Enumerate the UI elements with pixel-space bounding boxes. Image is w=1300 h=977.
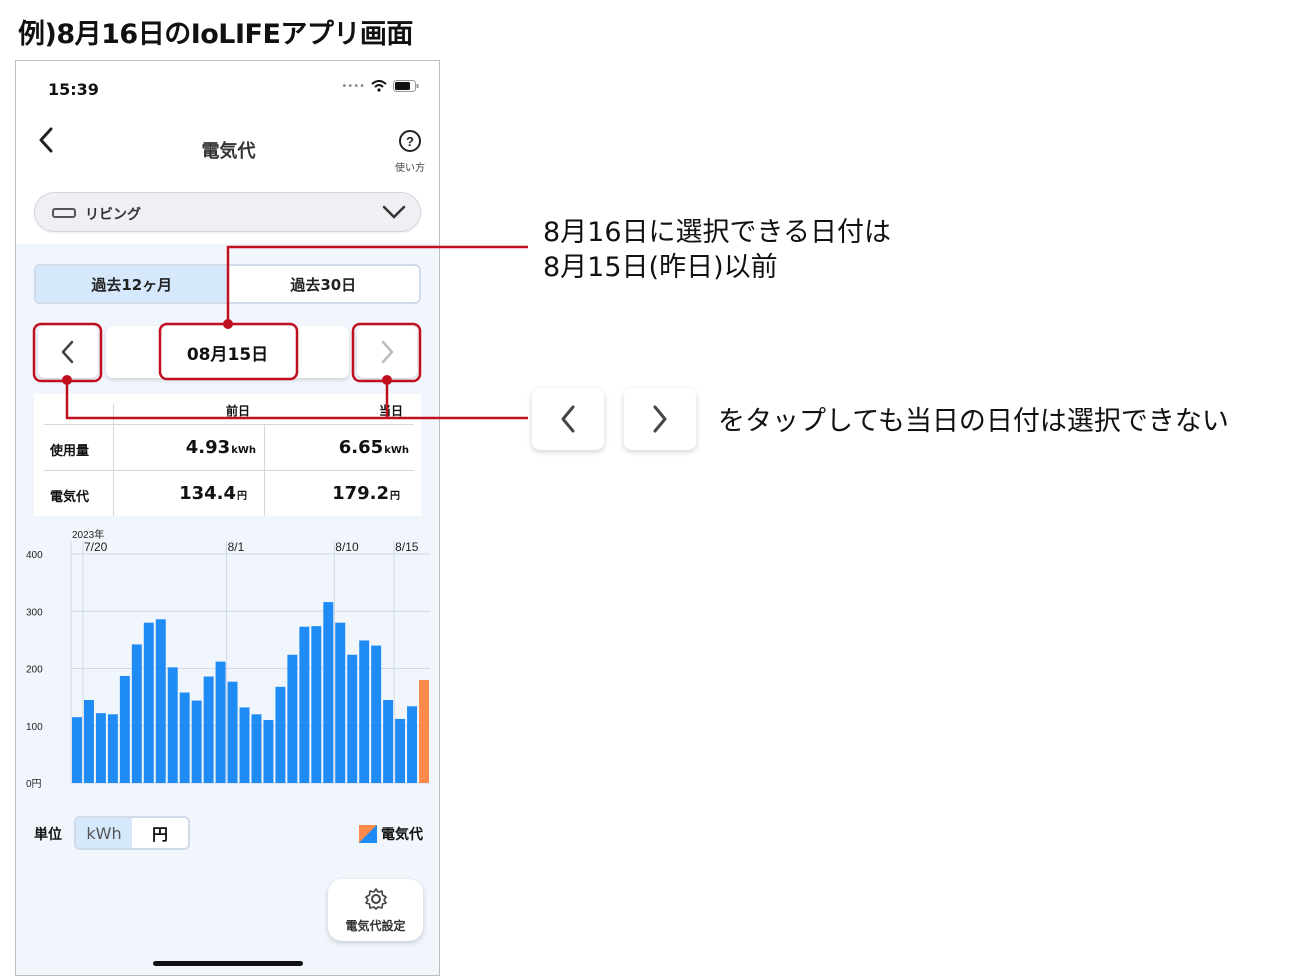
- annotation-tap-note: をタップしても当日の日付は選択できない: [718, 406, 1229, 437]
- example-prev-button: [532, 388, 604, 450]
- example-next-button: [624, 388, 696, 450]
- chevron-left-icon: [561, 405, 575, 433]
- chevron-right-icon: [653, 405, 667, 433]
- annotation-date-note: 8月16日に選択できる日付は 8月15日(昨日)以前: [543, 217, 891, 283]
- annotation-lines: [32, 245, 528, 420]
